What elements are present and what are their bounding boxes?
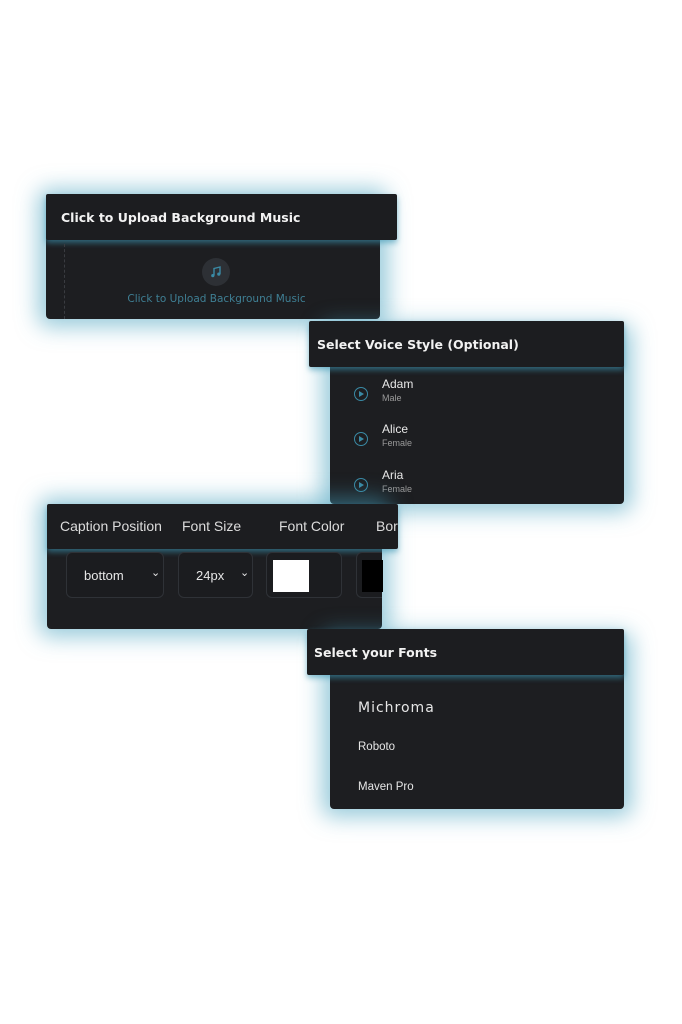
upload-music-header-text: Click to Upload Background Music: [61, 209, 301, 225]
voice-gender: Male: [382, 393, 402, 403]
voice-gender: Female: [382, 438, 413, 448]
border-color-header: Bor: [376, 518, 398, 534]
chevron-down-icon: ⌄: [151, 567, 161, 579]
font-color-header: Font Color: [279, 518, 345, 534]
upload-dropzone-label[interactable]: Click to Upload Background Music: [100, 293, 333, 305]
play-icon[interactable]: [354, 387, 368, 401]
caption-position-select[interactable]: bottom ⌄: [66, 552, 164, 598]
voice-gender: Female: [382, 484, 413, 494]
font-color-picker[interactable]: [266, 552, 342, 598]
voice-name: Adam: [382, 377, 414, 391]
caption-settings-header-row: Caption Position Font Size Font Color Bo…: [47, 504, 398, 549]
caption-position-value: bottom: [84, 568, 124, 583]
play-icon[interactable]: [354, 478, 368, 492]
voice-style-header-text: Select Voice Style (Optional): [317, 336, 519, 352]
border-color-picker[interactable]: [356, 552, 383, 598]
play-icon[interactable]: [354, 432, 368, 446]
upload-music-header: Click to Upload Background Music: [46, 194, 397, 240]
caption-position-header: Caption Position: [60, 518, 162, 534]
font-size-select[interactable]: 24px ⌄: [178, 552, 253, 598]
voice-item-adam[interactable]: Adam Male: [354, 377, 614, 419]
border-color-swatch: [362, 560, 383, 592]
font-option-michroma[interactable]: Michroma: [358, 700, 435, 716]
font-option-maven-pro[interactable]: Maven Pro: [358, 781, 414, 793]
voice-name: Aria: [382, 468, 404, 482]
font-size-value: 24px: [196, 568, 225, 583]
font-option-roboto[interactable]: Roboto: [358, 741, 395, 753]
chevron-down-icon: ⌄: [240, 567, 250, 579]
music-note-icon[interactable]: [202, 258, 230, 286]
font-size-header: Font Size: [182, 518, 242, 534]
voice-name: Alice: [382, 422, 409, 436]
fonts-header: Select your Fonts: [307, 629, 624, 675]
font-color-swatch: [273, 560, 309, 592]
voice-item-alice[interactable]: Alice Female: [354, 422, 614, 464]
voice-style-header: Select Voice Style (Optional): [309, 321, 624, 367]
fonts-header-text: Select your Fonts: [314, 644, 438, 660]
